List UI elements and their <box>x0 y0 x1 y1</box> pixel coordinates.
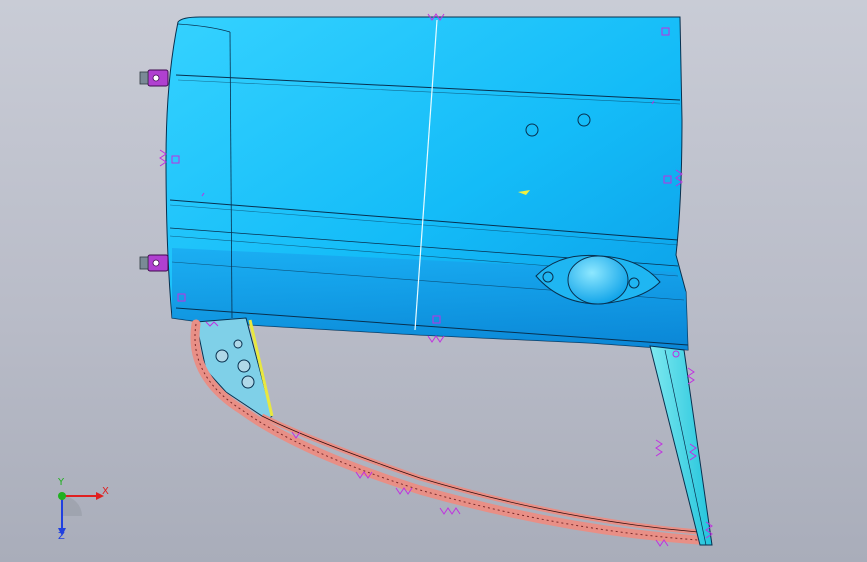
hinge-upper[interactable] <box>139 69 169 87</box>
z-axis-label: Z <box>58 531 65 542</box>
hinge-lower[interactable] <box>139 254 169 272</box>
cad-graphics-viewport[interactable]: X Y Z <box>0 0 867 562</box>
door-model[interactable] <box>0 0 867 562</box>
x-axis-label: X <box>102 486 109 497</box>
coordinate-triad: X Y Z <box>40 478 120 542</box>
window-seal[interactable] <box>190 319 703 545</box>
y-axis-label: Y <box>58 477 65 488</box>
